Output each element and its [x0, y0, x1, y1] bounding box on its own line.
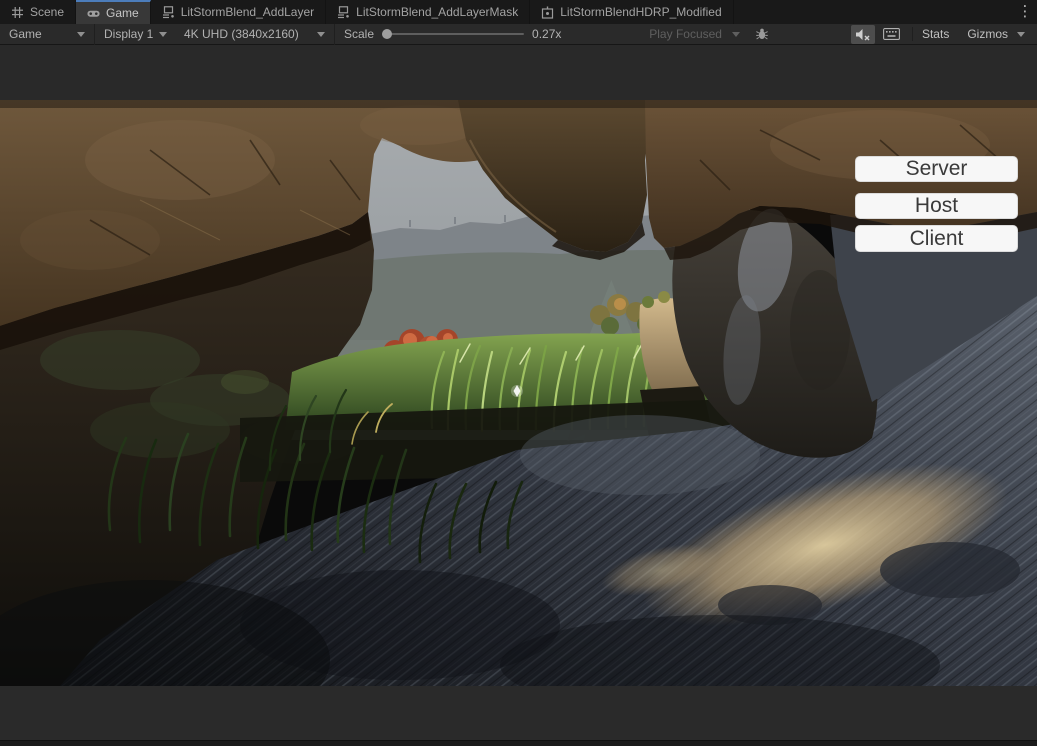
gizmos-dropdown[interactable]: Gizmos — [958, 24, 1037, 45]
client-button[interactable]: Client — [855, 225, 1018, 252]
keyboard-grid-icon[interactable] — [879, 25, 904, 44]
chevron-down-icon — [317, 32, 325, 37]
tab-bar: Scene Game LitStormBlend_AddLayer — [0, 0, 1037, 24]
resolution-dropdown[interactable]: 4K UHD (3840x2160) — [175, 24, 335, 45]
scale-slider-handle[interactable] — [382, 29, 392, 39]
shader-graph-icon — [162, 6, 175, 19]
unity-game-window: Scene Game LitStormBlend_AddLayer — [0, 0, 1037, 745]
server-button[interactable]: Server — [855, 156, 1018, 182]
game-view-toolbar: Game Display 1 4K UHD (3840x2160) Scale … — [0, 24, 1037, 45]
tab-game[interactable]: Game — [76, 0, 151, 24]
letterbox-top — [0, 46, 1037, 100]
chevron-down-icon — [1017, 32, 1025, 37]
tab-label: LitStormBlendHDRP_Modified — [560, 5, 721, 19]
host-button-label: Host — [915, 194, 958, 218]
server-button-label: Server — [906, 157, 968, 181]
stats-label: Stats — [922, 27, 949, 41]
game-viewport — [0, 100, 1037, 686]
tab-label: Game — [106, 6, 139, 20]
chevron-down-icon — [159, 32, 167, 37]
bug-icon[interactable] — [751, 25, 773, 44]
shader-graph-icon — [337, 6, 350, 19]
gizmos-label: Gizmos — [967, 27, 1008, 41]
top-edge-shadow — [0, 100, 1037, 108]
scale-slider[interactable] — [380, 24, 526, 45]
mute-audio-button[interactable] — [851, 25, 875, 44]
letterbox-bottom — [0, 686, 1037, 740]
mute-audio-icon — [855, 28, 871, 41]
tab-litstormblend-addlayer[interactable]: LitStormBlend_AddLayer — [151, 0, 326, 24]
sparkle-particle — [511, 385, 523, 397]
resolution-value: 4K UHD (3840x2160) — [184, 27, 299, 41]
kebab-menu-icon[interactable]: ⋮ — [1017, 2, 1033, 20]
chevron-down-icon — [732, 32, 740, 37]
display-value: Display 1 — [104, 27, 153, 41]
scale-value: 0.27x — [532, 27, 566, 41]
tab-label: Scene — [30, 5, 64, 19]
stats-button[interactable]: Stats — [913, 24, 958, 45]
chevron-down-icon — [77, 32, 85, 37]
play-focused-dropdown[interactable]: Play Focused — [640, 24, 749, 45]
gamepad-icon — [87, 7, 100, 20]
scale-slider-track[interactable] — [382, 33, 524, 35]
display-dropdown[interactable]: Display 1 — [95, 24, 175, 45]
play-focused-value: Play Focused — [649, 27, 722, 41]
game-mode-value: Game — [9, 27, 42, 41]
grid-icon — [11, 6, 24, 19]
shader-icon — [541, 6, 554, 19]
rendered-scene — [0, 100, 1037, 686]
window-bottom-strip — [0, 740, 1037, 746]
scale-control: Scale 0.27x — [335, 24, 575, 45]
tab-label: LitStormBlend_AddLayerMask — [356, 5, 518, 19]
tab-scene[interactable]: Scene — [0, 0, 76, 24]
tab-litstormblendhdrp-modified[interactable]: LitStormBlendHDRP_Modified — [530, 0, 733, 24]
game-mode-dropdown[interactable]: Game — [0, 24, 95, 45]
tab-litstormblend-addlayermask[interactable]: LitStormBlend_AddLayerMask — [326, 0, 530, 24]
scale-label: Scale — [344, 27, 374, 41]
client-button-label: Client — [910, 227, 964, 251]
tab-label: LitStormBlend_AddLayer — [181, 5, 314, 19]
host-button[interactable]: Host — [855, 193, 1018, 219]
